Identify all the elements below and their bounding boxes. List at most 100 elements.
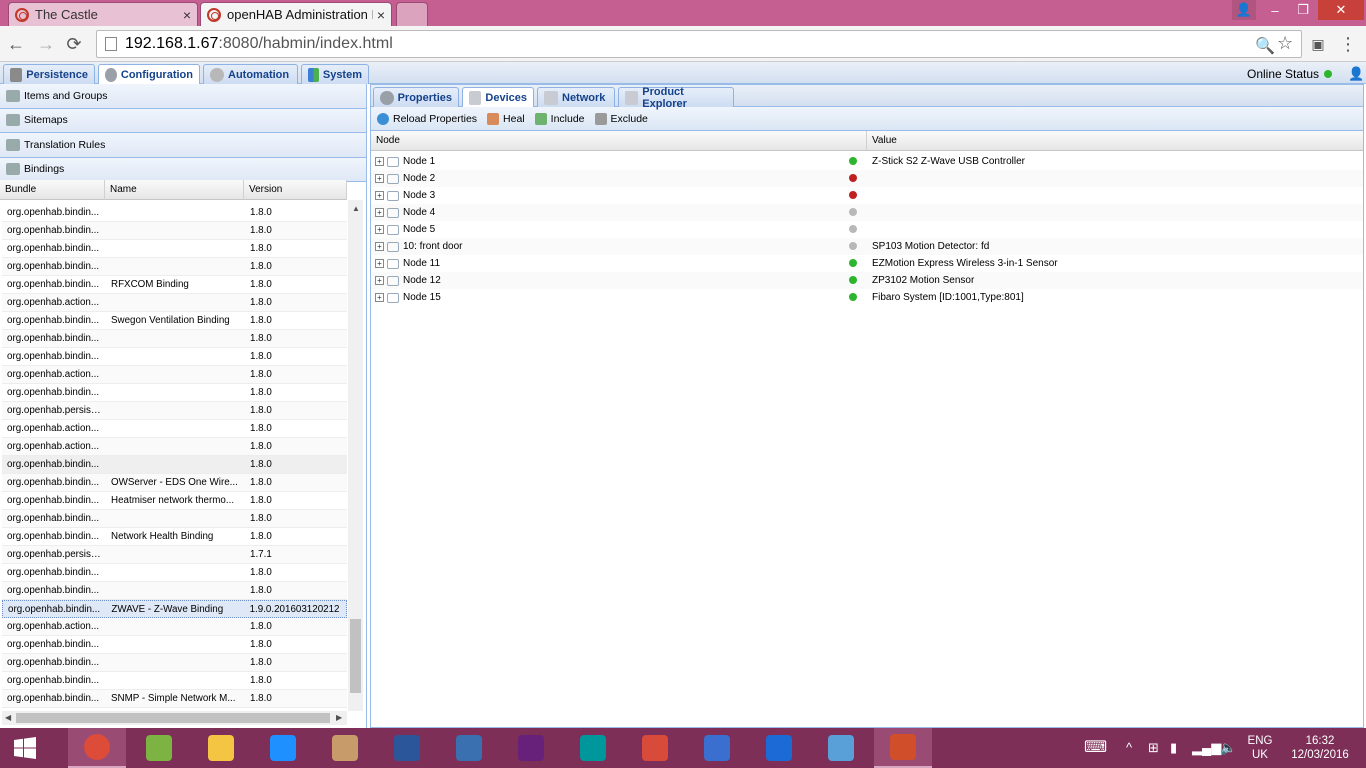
- table-row[interactable]: org.openhab.action... 1.8.0: [2, 438, 347, 456]
- user-profile-icon[interactable]: 👤: [1232, 0, 1256, 20]
- clock[interactable]: 16:32 12/03/2016: [1280, 734, 1360, 762]
- table-row[interactable]: org.openhab.bindin... ZWAVE - Z-Wave Bind…: [2, 600, 347, 618]
- volume-icon[interactable]: 🔈: [1220, 740, 1236, 756]
- table-row[interactable]: org.openhab.action... 1.8.0: [2, 618, 347, 636]
- network-signal-icon[interactable]: ▂▄▆: [1192, 740, 1221, 756]
- column-header-value[interactable]: Value: [867, 131, 1363, 150]
- taskbar-app[interactable]: [564, 728, 622, 768]
- bookmark-star-icon[interactable]: ☆: [1277, 33, 1293, 54]
- close-window-button[interactable]: ✕: [1318, 0, 1364, 20]
- accordion-sitemaps[interactable]: Sitemaps: [0, 108, 366, 133]
- minimize-button[interactable]: –: [1262, 0, 1288, 20]
- close-tab-icon[interactable]: ×: [183, 7, 191, 23]
- column-header-bundle[interactable]: Bundle: [0, 180, 105, 200]
- table-row[interactable]: org.openhab.bindin... 1.8.0: [2, 636, 347, 654]
- user-icon[interactable]: 👤: [1348, 66, 1364, 82]
- battery-icon[interactable]: ▮: [1170, 740, 1177, 756]
- forward-arrow-icon[interactable]: →: [34, 32, 58, 56]
- expand-icon[interactable]: +: [375, 259, 384, 268]
- accordion-translation-rules[interactable]: Translation Rules: [0, 133, 366, 158]
- expand-icon[interactable]: +: [375, 242, 384, 251]
- tab-system[interactable]: System: [301, 64, 369, 84]
- expand-icon[interactable]: +: [375, 157, 384, 166]
- tab-devices[interactable]: Devices: [462, 87, 534, 107]
- device-row[interactable]: + Node 1 Z-Stick S2 Z-Wave USB Controller: [371, 153, 1363, 170]
- scroll-thumb[interactable]: [350, 619, 361, 693]
- browser-tab-openhab-admin[interactable]: openHAB Administration I ×: [200, 2, 392, 26]
- taskbar-app[interactable]: [750, 728, 808, 768]
- close-tab-icon[interactable]: ×: [377, 7, 385, 23]
- device-row[interactable]: + Node 15 Fibaro System [ID:1001,Type:801]: [371, 289, 1363, 306]
- table-row[interactable]: org.openhab.bindin... 1.8.0: [2, 384, 347, 402]
- table-row[interactable]: org.openhab.bindin... 1.8.0: [2, 564, 347, 582]
- windows-flag-icon[interactable]: ⊞: [1148, 740, 1159, 756]
- scroll-right-icon[interactable]: ▶: [336, 713, 342, 722]
- expand-icon[interactable]: +: [375, 174, 384, 183]
- windows-start-button[interactable]: [0, 728, 50, 768]
- include-button[interactable]: Include: [534, 112, 585, 125]
- vertical-scrollbar[interactable]: ▲: [348, 200, 363, 711]
- table-row[interactable]: org.openhab.bindin... 1.8.0: [2, 456, 347, 474]
- column-header-name[interactable]: Name: [105, 180, 244, 200]
- table-row[interactable]: org.openhab.bindin... 1.8.0: [2, 204, 347, 222]
- table-row[interactable]: org.openhab.bindin... 1.8.0: [2, 672, 347, 690]
- taskbar-app[interactable]: [688, 728, 746, 768]
- keyboard-icon[interactable]: ⌨: [1084, 737, 1107, 757]
- table-row[interactable]: org.openhab.bindin... Swegon Ventilation …: [2, 312, 347, 330]
- heal-button[interactable]: Heal: [487, 112, 525, 125]
- exclude-button[interactable]: Exclude: [594, 112, 648, 125]
- maximize-button[interactable]: ❐: [1290, 0, 1316, 20]
- taskbar-app[interactable]: [68, 728, 126, 768]
- table-row[interactable]: org.openhab.bindin... OWServer - EDS One …: [2, 474, 347, 492]
- taskbar-app[interactable]: [130, 728, 188, 768]
- table-row[interactable]: org.openhab.bindin... 1.8.0: [2, 348, 347, 366]
- expand-icon[interactable]: +: [375, 276, 384, 285]
- device-row[interactable]: + Node 5: [371, 221, 1363, 238]
- zoom-icon[interactable]: 🔍: [1255, 36, 1275, 56]
- taskbar-app[interactable]: [254, 728, 312, 768]
- expand-icon[interactable]: +: [375, 191, 384, 200]
- table-row[interactable]: org.openhab.bindin... Network Health Bind…: [2, 528, 347, 546]
- taskbar-app[interactable]: [316, 728, 374, 768]
- new-tab-button[interactable]: [396, 2, 428, 26]
- accordion-bindings[interactable]: Bindings: [0, 157, 366, 182]
- table-row[interactable]: org.openhab.action... 1.8.0: [2, 420, 347, 438]
- table-row[interactable]: org.openhab.persist... 1.8.0: [2, 402, 347, 420]
- reload-properties-button[interactable]: Reload Properties: [377, 112, 477, 125]
- device-row[interactable]: +10: front door SP103 Motion Detector: fd: [371, 238, 1363, 255]
- table-row[interactable]: org.openhab.persist... 1.7.1: [2, 546, 347, 564]
- device-row[interactable]: + Node 12 ZP3102 Motion Sensor: [371, 272, 1363, 289]
- table-row[interactable]: org.openhab.bindin... 1.8.0: [2, 582, 347, 600]
- scroll-up-icon[interactable]: ▲: [352, 204, 360, 213]
- address-bar[interactable]: 192.168.1.67:8080/habmin/index.html 🔍 ☆: [96, 30, 1302, 58]
- chrome-menu-icon[interactable]: ⋮: [1336, 32, 1360, 56]
- taskbar-app[interactable]: [378, 728, 436, 768]
- device-row[interactable]: + Node 11 EZMotion Express Wireless 3-in-1…: [371, 255, 1363, 272]
- expand-icon[interactable]: +: [375, 208, 384, 217]
- table-row[interactable]: org.openhab.bindin... 1.8.0: [2, 510, 347, 528]
- tab-automation[interactable]: Automation: [203, 64, 298, 84]
- table-row[interactable]: org.openhab.action... 1.8.0: [2, 366, 347, 384]
- browser-tab-the-castle[interactable]: The Castle ×: [8, 2, 198, 26]
- horizontal-scrollbar[interactable]: ◀ ▶: [2, 711, 347, 725]
- table-row[interactable]: org.openhab.bindin... 1.8.0: [2, 258, 347, 276]
- tab-product-explorer[interactable]: Product Explorer: [618, 86, 734, 110]
- taskbar-app[interactable]: [874, 728, 932, 768]
- device-row[interactable]: + Node 2: [371, 170, 1363, 187]
- extension-icon[interactable]: ▣: [1306, 32, 1330, 56]
- table-row[interactable]: org.openhab.bindin... 1.8.0: [2, 222, 347, 240]
- table-row[interactable]: org.openhab.bindin... 1.8.0: [2, 240, 347, 258]
- tab-network[interactable]: Network: [537, 87, 615, 107]
- expand-icon[interactable]: +: [375, 225, 384, 234]
- taskbar-app[interactable]: [626, 728, 684, 768]
- column-header-node[interactable]: Node: [371, 131, 867, 150]
- back-arrow-icon[interactable]: ←: [4, 32, 28, 56]
- table-row[interactable]: org.openhab.action... 1.8.0: [2, 294, 347, 312]
- taskbar-app[interactable]: [502, 728, 560, 768]
- show-hidden-icons-icon[interactable]: ^: [1126, 740, 1132, 755]
- taskbar-app[interactable]: [812, 728, 870, 768]
- table-row[interactable]: org.openhab.bindin... SNMP - Simple Netwo…: [2, 690, 347, 708]
- taskbar-app[interactable]: [440, 728, 498, 768]
- scroll-left-icon[interactable]: ◀: [5, 713, 11, 722]
- reload-icon[interactable]: ⟳: [62, 32, 86, 56]
